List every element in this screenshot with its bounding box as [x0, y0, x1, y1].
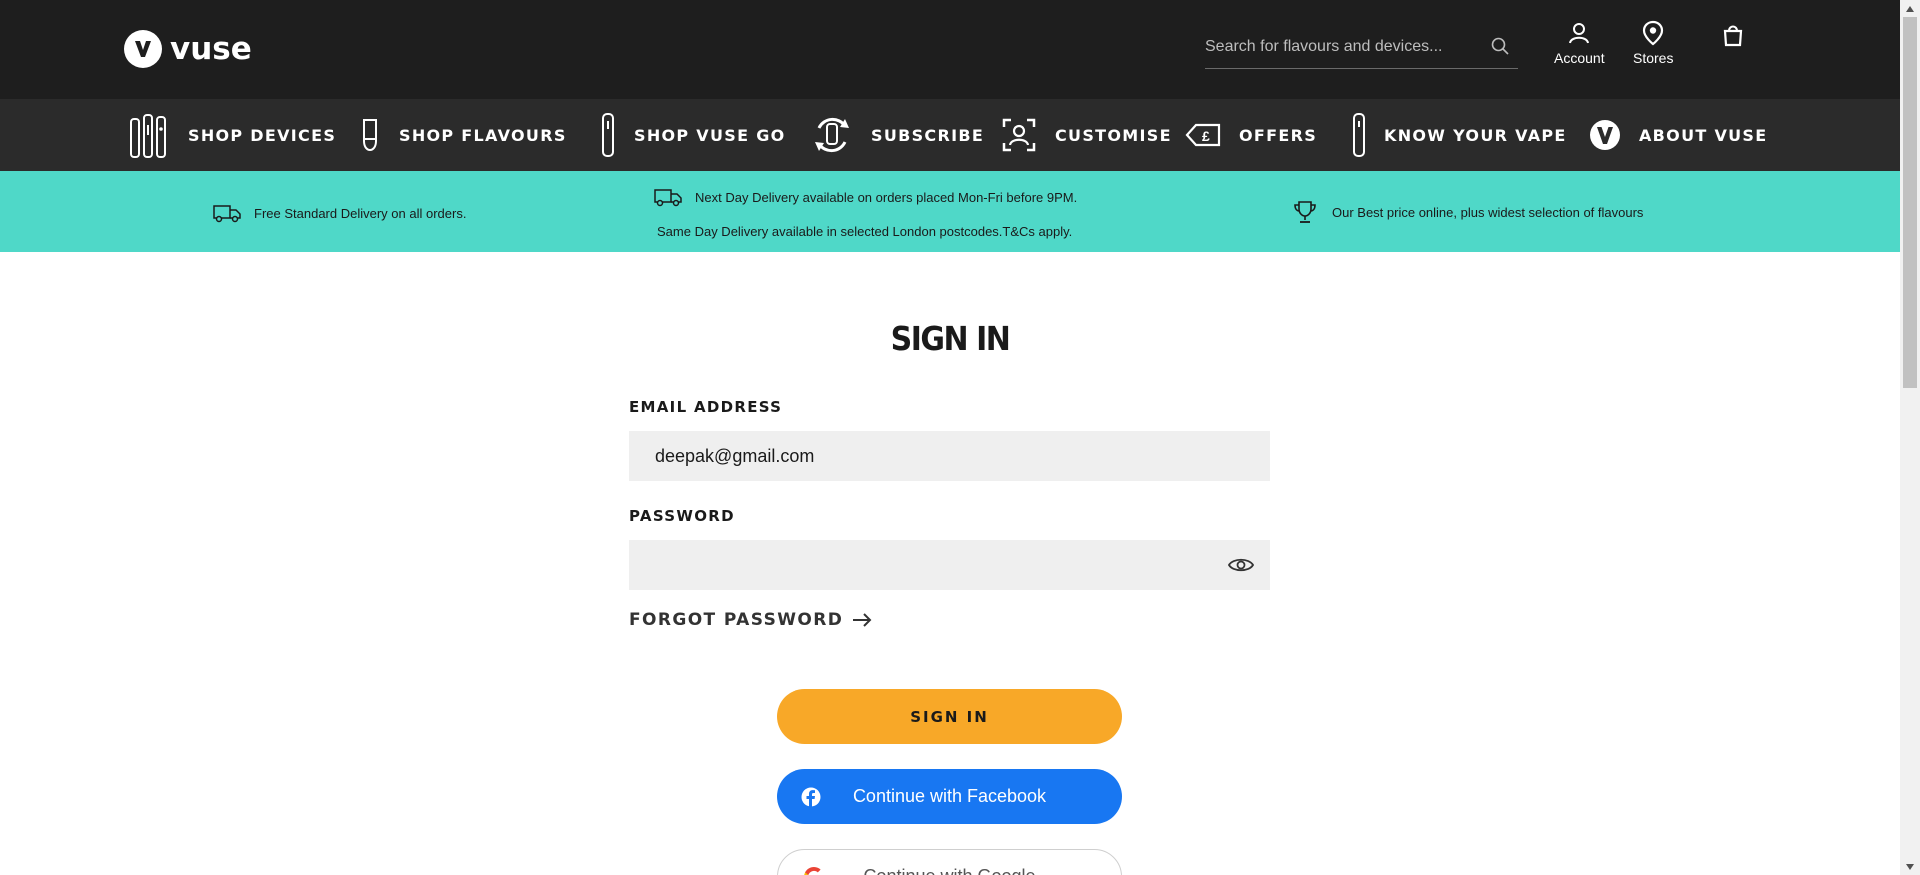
top-header: vuse Account Stores [0, 0, 1900, 99]
location-pin-icon [1640, 20, 1666, 46]
google-button-label: Continue with Google [863, 866, 1035, 875]
nav-shop-devices[interactable]: SHOP DEVICES [128, 99, 336, 171]
devices-icon [128, 111, 170, 159]
free-delivery-promo: Free Standard Delivery on all orders. [212, 201, 466, 225]
nav-label: OFFERS [1239, 125, 1318, 145]
stores-label: Stores [1633, 50, 1674, 66]
forgot-password-label: FORGOT PASSWORD [629, 610, 844, 630]
main-navigation: SHOP DEVICES SHOP FLAVOURS SHOP VUSE GO … [0, 99, 1900, 171]
stores-link[interactable]: Stores [1633, 20, 1673, 66]
best-price-promo: Our Best price online, plus widest selec… [1290, 200, 1643, 224]
subscribe-icon [811, 111, 853, 159]
nav-customise[interactable]: CUSTOMISE [1001, 99, 1172, 171]
same-day-text[interactable]: Same Day Delivery available in selected … [657, 224, 1072, 239]
nav-shop-flavours[interactable]: SHOP FLAVOURS [359, 99, 567, 171]
forgot-password-link[interactable]: FORGOT PASSWORD [629, 610, 873, 630]
search-icon[interactable] [1490, 36, 1510, 56]
free-delivery-text: Free Standard Delivery on all orders. [254, 205, 467, 221]
trophy-icon [1290, 200, 1320, 224]
brand-name: vuse [170, 31, 252, 67]
svg-text:£: £ [1202, 128, 1210, 144]
scroll-down-arrow-icon[interactable] [1900, 858, 1920, 875]
best-price-text: Our Best price online, plus widest selec… [1332, 204, 1644, 220]
nav-label: KNOW YOUR VAPE [1384, 125, 1567, 145]
cart-link[interactable] [1720, 22, 1746, 48]
delivery-truck-icon [212, 201, 242, 225]
vertical-scrollbar[interactable] [1900, 0, 1920, 875]
disposable-icon [600, 111, 616, 159]
nav-about-vuse[interactable]: ABOUT VUSE [1589, 99, 1767, 171]
sign-in-button[interactable]: SIGN IN [777, 689, 1122, 744]
scroll-up-arrow-icon[interactable] [1900, 0, 1920, 17]
search-box [1205, 26, 1518, 69]
scrollbar-thumb[interactable] [1903, 17, 1917, 388]
nav-label: SUBSCRIBE [871, 125, 985, 145]
facebook-icon [801, 787, 821, 807]
vuse-logo-icon [1589, 111, 1621, 159]
account-link[interactable]: Account [1554, 20, 1605, 66]
password-label: PASSWORD [629, 507, 735, 525]
google-icon [802, 865, 826, 875]
vuse-logo[interactable]: vuse [124, 30, 252, 68]
nav-label: ABOUT VUSE [1639, 125, 1768, 145]
next-day-text: Next Day Delivery available on orders pl… [695, 189, 1078, 205]
user-icon [1566, 20, 1592, 46]
nav-know-your-vape[interactable]: KNOW YOUR VAPE [1352, 99, 1567, 171]
nav-subscribe[interactable]: SUBSCRIBE [811, 99, 984, 171]
nav-offers[interactable]: £ OFFERS [1185, 99, 1317, 171]
sign-in-button-label: SIGN IN [910, 707, 989, 726]
nav-label: SHOP FLAVOURS [399, 125, 567, 145]
shopping-bag-icon [1720, 22, 1746, 48]
email-field[interactable] [629, 431, 1270, 481]
password-field[interactable] [629, 540, 1270, 590]
email-label: EMAIL ADDRESS [629, 398, 783, 416]
vuse-logo-icon [124, 30, 162, 68]
vape-pen-icon [1352, 111, 1366, 159]
nav-shop-vuse-go[interactable]: SHOP VUSE GO [600, 99, 786, 171]
show-password-icon[interactable] [1227, 554, 1255, 576]
delivery-truck-icon [653, 185, 683, 209]
facebook-login-button[interactable]: Continue with Facebook [777, 769, 1122, 824]
google-login-button[interactable]: Continue with Google [777, 849, 1122, 875]
same-day-promo[interactable]: Same Day Delivery available in selected … [657, 224, 1072, 239]
pod-icon [359, 111, 381, 159]
facebook-button-label: Continue with Facebook [852, 786, 1047, 806]
next-day-promo: Next Day Delivery available on orders pl… [653, 185, 1077, 209]
nav-label: SHOP VUSE GO [634, 125, 786, 145]
nav-label: SHOP DEVICES [188, 125, 337, 145]
customise-icon [1001, 111, 1037, 159]
arrow-right-icon [851, 612, 873, 628]
account-label: Account [1554, 50, 1605, 66]
nav-label: CUSTOMISE [1055, 125, 1172, 145]
page-title: SIGN IN [890, 320, 1011, 359]
delivery-promo-banner: Free Standard Delivery on all orders. Ne… [0, 171, 1900, 252]
search-input[interactable] [1205, 34, 1475, 60]
price-tag-icon: £ [1185, 111, 1221, 159]
